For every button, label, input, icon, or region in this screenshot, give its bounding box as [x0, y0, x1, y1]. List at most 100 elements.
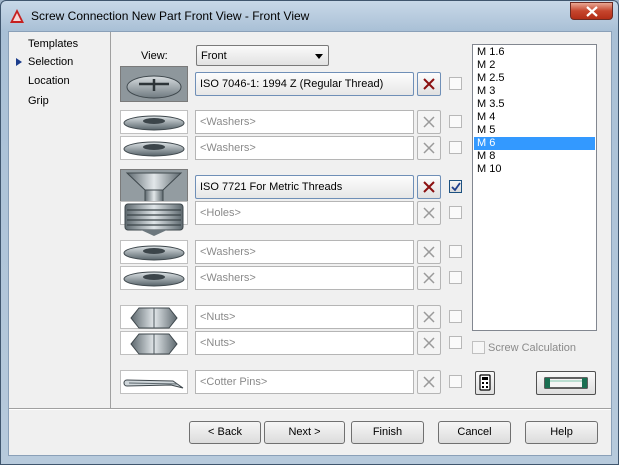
close-icon [423, 337, 435, 349]
footer-separator [9, 408, 611, 410]
screw-head-icon[interactable] [120, 66, 188, 102]
calculator-icon [479, 374, 491, 391]
component-field-text: <Washers> [200, 246, 256, 258]
size-list-item[interactable]: M 10 [474, 163, 595, 176]
size-list-item[interactable]: M 1.6 [474, 46, 595, 59]
close-icon [423, 376, 435, 388]
close-icon [423, 311, 435, 323]
nav-item-selection[interactable]: Selection [28, 54, 73, 70]
close-icon [586, 6, 598, 17]
component-checkbox[interactable] [449, 77, 462, 90]
component-field[interactable]: <Washers> [195, 266, 414, 290]
size-list-item[interactable]: M 4 [474, 111, 595, 124]
remove-button[interactable] [417, 370, 441, 394]
check-icon [451, 182, 461, 192]
dialog-client: Templates Selection Location Grip View: … [8, 31, 612, 456]
calculator-button[interactable] [475, 371, 495, 395]
remove-button[interactable] [417, 175, 441, 199]
close-icon [423, 207, 435, 219]
screw-calculation-label: Screw Calculation [488, 342, 577, 354]
remove-button[interactable] [417, 201, 441, 225]
title-bar: Screw Connection New Part Front View - F… [1, 1, 618, 31]
remove-button[interactable] [417, 110, 441, 134]
component-checkbox[interactable] [449, 271, 462, 284]
component-checkbox[interactable] [449, 141, 462, 154]
chevron-down-icon [315, 54, 323, 59]
component-field[interactable]: <Nuts> [195, 305, 414, 329]
next-button[interactable]: Next > [264, 421, 345, 444]
size-list-item[interactable]: M 5 [474, 124, 595, 137]
cotter-pin-icon[interactable] [120, 370, 188, 394]
help-button[interactable]: Help [525, 421, 598, 444]
hex-nut-icon[interactable] [120, 331, 188, 355]
component-field[interactable]: <Washers> [195, 240, 414, 264]
component-checkbox[interactable] [449, 180, 462, 193]
component-field-text: <Cotter Pins> [200, 376, 268, 388]
component-field[interactable]: <Cotter Pins> [195, 370, 414, 394]
component-field[interactable]: <Nuts> [195, 331, 414, 355]
remove-button[interactable] [417, 331, 441, 355]
view-dropdown[interactable]: Front [196, 45, 329, 66]
component-field[interactable]: <Holes> [195, 201, 414, 225]
remove-button[interactable] [417, 305, 441, 329]
close-icon [423, 181, 435, 193]
screw-preview-icon [544, 377, 588, 389]
nav-item-location[interactable]: Location [28, 73, 70, 89]
component-checkbox[interactable] [449, 375, 462, 388]
preview-button[interactable] [536, 371, 596, 395]
close-icon [423, 116, 435, 128]
nav-item-grip[interactable]: Grip [28, 93, 49, 109]
size-list-item[interactable]: M 3.5 [474, 98, 595, 111]
component-field-text: ISO 7046-1: 1994 Z (Regular Thread) [200, 78, 384, 90]
dialog-window: Screw Connection New Part Front View - F… [0, 0, 619, 465]
washer-icon[interactable] [120, 110, 188, 134]
close-button[interactable] [570, 2, 613, 20]
close-icon [423, 142, 435, 154]
remove-button[interactable] [417, 240, 441, 264]
finish-button[interactable]: Finish [351, 421, 424, 444]
component-checkbox[interactable] [449, 310, 462, 323]
countersunk-screw-icon[interactable] [120, 169, 188, 205]
component-field-text: <Washers> [200, 272, 256, 284]
component-field-text: <Washers> [200, 116, 256, 128]
component-checkbox[interactable] [449, 206, 462, 219]
component-field[interactable]: ISO 7046-1: 1994 Z (Regular Thread) [195, 72, 414, 96]
window-title: Screw Connection New Part Front View - F… [31, 9, 310, 23]
screw-calculation-checkbox[interactable] [472, 341, 485, 354]
current-step-arrow-icon [16, 58, 22, 66]
component-field[interactable]: <Washers> [195, 110, 414, 134]
size-list-item[interactable]: M 6 [474, 137, 595, 150]
component-field-text: <Nuts> [200, 311, 236, 323]
close-icon [423, 246, 435, 258]
view-dropdown-value: Front [201, 50, 227, 62]
close-icon [423, 272, 435, 284]
size-list-item[interactable]: M 8 [474, 150, 595, 163]
component-field-text: ISO 7721 For Metric Threads [200, 181, 343, 193]
washer-icon[interactable] [120, 136, 188, 160]
size-list-item[interactable]: M 3 [474, 85, 595, 98]
component-checkbox[interactable] [449, 336, 462, 349]
component-field-text: <Washers> [200, 142, 256, 154]
size-list-item[interactable]: M 2 [474, 59, 595, 72]
threaded-hole-icon[interactable] [120, 201, 188, 236]
remove-button[interactable] [417, 266, 441, 290]
view-label: View: [141, 50, 168, 62]
washer-icon[interactable] [120, 266, 188, 290]
remove-button[interactable] [417, 72, 441, 96]
size-list-item[interactable]: M 2.5 [474, 72, 595, 85]
component-checkbox[interactable] [449, 115, 462, 128]
component-field-text: <Holes> [200, 207, 241, 219]
remove-button[interactable] [417, 136, 441, 160]
hex-nut-icon[interactable] [120, 305, 188, 329]
component-field[interactable]: <Washers> [195, 136, 414, 160]
nav-item-templates[interactable]: Templates [28, 36, 78, 52]
close-icon [423, 78, 435, 90]
cancel-button[interactable]: Cancel [438, 421, 511, 444]
wizard-nav: Templates Selection Location Grip [9, 32, 111, 408]
component-field-text: <Nuts> [200, 337, 236, 349]
back-button[interactable]: < Back [189, 421, 261, 444]
component-field[interactable]: ISO 7721 For Metric Threads [195, 175, 414, 199]
size-list[interactable]: M 1.6 M 2M 2.5 M 3M 3.5 M 4M 5M 6M 8M 10 [472, 44, 597, 331]
component-checkbox[interactable] [449, 245, 462, 258]
washer-icon[interactable] [120, 240, 188, 264]
